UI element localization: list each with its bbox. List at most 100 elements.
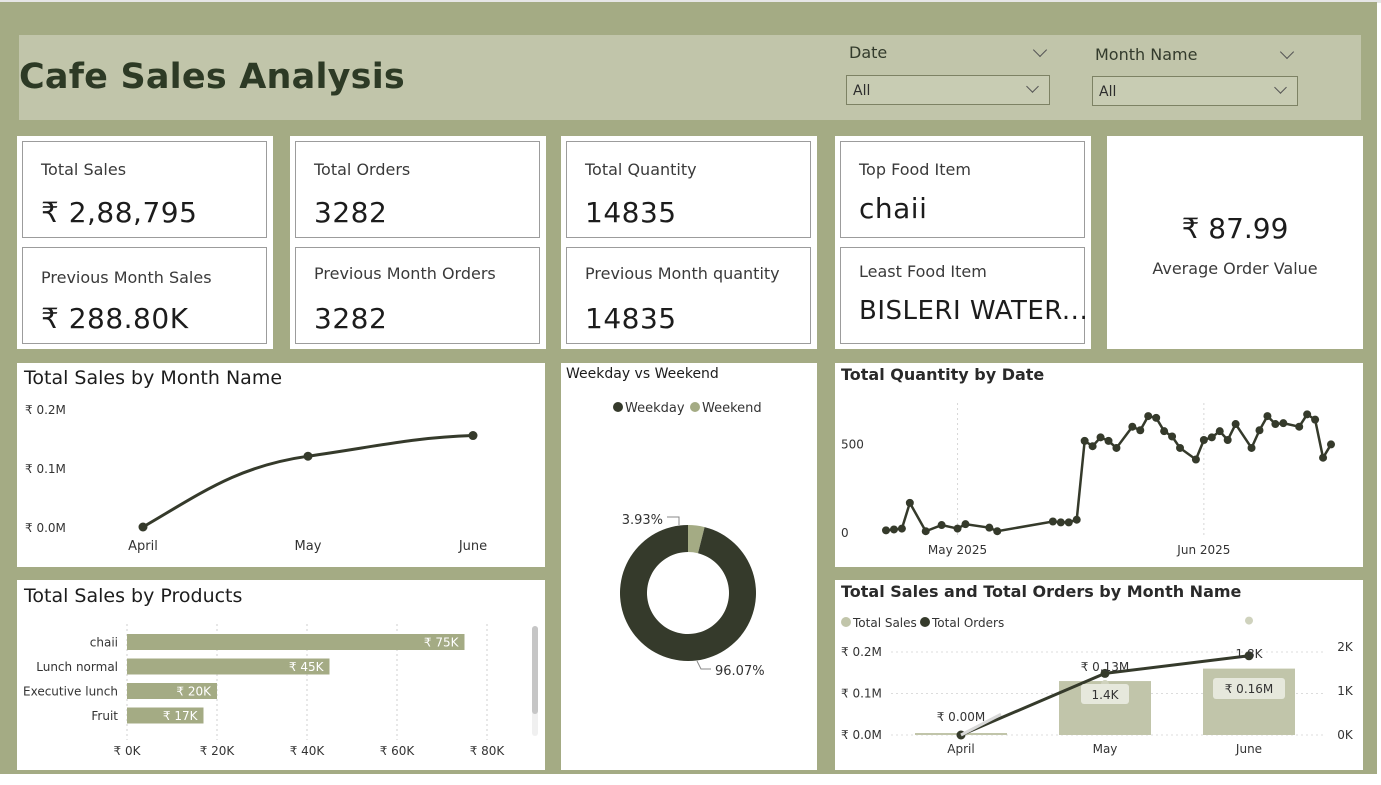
kpi-label: Previous Month Orders	[314, 264, 496, 283]
kpi-value: 14835	[585, 196, 677, 229]
category-label: chaii	[90, 636, 118, 650]
data-label: 1.8K	[1236, 647, 1264, 661]
kpi-label: Previous Month quantity	[585, 264, 780, 283]
y-tick-label: 0	[841, 526, 849, 540]
total-quantity-card[interactable]: Total Quantity 14835	[566, 141, 811, 238]
y-tick-label: 500	[841, 437, 864, 451]
data-point	[882, 526, 890, 535]
data-point	[1080, 436, 1089, 445]
data-point	[1199, 436, 1208, 444]
data-point	[1303, 410, 1312, 419]
report-canvas: Cafe Sales Analysis Date All Month Name …	[0, 2, 1377, 774]
x-tick-label: ₹ 40K	[290, 744, 326, 758]
y-tick-label-right: 1K	[1337, 684, 1354, 698]
y-tick-label-right: 2K	[1337, 640, 1354, 654]
least-food-item-card[interactable]: Least Food Item BISLERI WATER...	[840, 247, 1088, 344]
legend-marker	[841, 617, 851, 627]
prev-month-sales-card[interactable]: Previous Month Sales ₹ 288.80K	[22, 247, 267, 344]
bar	[127, 634, 465, 650]
data-point	[1215, 427, 1224, 436]
x-tick-label: ₹ 80K	[470, 744, 506, 758]
data-label: ₹ 0.13M	[1081, 660, 1130, 674]
data-point	[1311, 415, 1320, 424]
sales-by-month-chart-panel[interactable]: Total Sales by Month Name ₹ 0.0M ₹ 0.1M ₹ …	[17, 363, 545, 567]
aov-card[interactable]: ₹ 87.99 Average Order Value	[1107, 136, 1363, 349]
data-point	[897, 524, 906, 533]
sales-line	[142, 434, 474, 529]
data-point	[985, 523, 994, 532]
chevron-down-icon[interactable]	[1032, 42, 1048, 58]
sales-point	[1245, 616, 1253, 625]
data-point	[889, 525, 898, 534]
sales-orders-combo-chart: Total Sales Total Orders ₹ 0.0M ₹ 0.1M ₹ 0.2…	[841, 616, 1354, 756]
data-point	[1128, 422, 1137, 431]
category-label: Fruit	[91, 709, 118, 723]
data-point	[303, 451, 313, 461]
x-tick-label: June	[1235, 742, 1262, 756]
page-title: Cafe Sales Analysis	[19, 57, 405, 97]
kpi-label: Total Quantity	[585, 160, 697, 179]
data-label: ₹ 17K	[163, 709, 199, 723]
sales-by-products-chart-panel[interactable]: Total Sales by Products ₹ 0K ₹ 20K ₹ 40K ₹ …	[17, 580, 545, 770]
data-point	[468, 431, 478, 441]
kpi-value: ₹ 288.80K	[41, 302, 189, 335]
x-tick-label: Jun 2025	[1176, 543, 1230, 557]
orders-kpi-panel: Total Orders 3282 Previous Month Orders …	[290, 136, 546, 349]
month-slicer-label: Month Name	[1095, 45, 1198, 64]
weekday-weekend-chart-panel[interactable]: Weekday vs Weekend Weekday Weekend 3.93% 96…	[561, 363, 817, 770]
food-kpi-panel: Top Food Item chaii Least Food Item BISL…	[835, 136, 1091, 349]
sales-orders-by-month-chart-panel[interactable]: Total Sales and Total Orders by Month Na…	[835, 580, 1363, 770]
x-tick-label: May	[1093, 742, 1118, 756]
sales-by-products-bar-chart: ₹ 0K ₹ 20K ₹ 40K ₹ 60K ₹ 80K chaii ₹ 75K Lunch …	[23, 624, 506, 758]
category-label: Executive lunch	[23, 685, 118, 699]
weekday-slice	[620, 525, 756, 661]
data-point	[921, 527, 930, 536]
legend-marker	[613, 402, 623, 412]
data-point	[937, 521, 946, 530]
data-point	[1231, 420, 1240, 429]
data-point	[1072, 515, 1081, 524]
data-point	[1191, 455, 1200, 464]
data-point	[1279, 419, 1288, 428]
data-label: ₹ 0.00M	[937, 710, 986, 724]
data-point	[961, 520, 970, 529]
data-label: 96.07%	[715, 664, 765, 679]
kpi-label: Total Sales	[41, 160, 127, 179]
kpi-label: Previous Month Sales	[41, 268, 212, 287]
data-point	[1096, 433, 1105, 442]
scrollbar-track[interactable]	[532, 626, 538, 736]
data-point	[1152, 413, 1161, 422]
top-food-item-card[interactable]: Top Food Item chaii	[840, 141, 1085, 238]
y-tick-label-left: ₹ 0.1M	[841, 687, 882, 701]
total-sales-card[interactable]: Total Sales ₹ 2,88,795	[22, 141, 267, 238]
legend-marker	[920, 617, 930, 627]
quantity-by-date-line-chart: May 2025 Jun 2025 0 500	[841, 403, 1335, 557]
x-tick-label: May	[295, 539, 322, 554]
kpi-value: 3282	[314, 196, 388, 229]
prev-month-quantity-card[interactable]: Previous Month quantity 14835	[566, 247, 811, 344]
kpi-label: Least Food Item	[859, 262, 987, 281]
data-point	[1207, 433, 1216, 442]
data-point	[1160, 427, 1169, 436]
data-point	[1144, 412, 1153, 421]
month-slicer-dropdown[interactable]: All	[1092, 76, 1298, 106]
data-point	[1104, 436, 1113, 445]
weekday-weekend-donut-chart: Weekday Weekend 3.93% 96.07%	[613, 401, 765, 679]
data-point	[1319, 453, 1328, 462]
header-bar: Cafe Sales Analysis Date All Month Name …	[19, 35, 1361, 120]
data-point	[1088, 442, 1097, 451]
sales-kpi-panel: Total Sales ₹ 2,88,795 Previous Month Sa…	[17, 136, 273, 349]
total-orders-card[interactable]: Total Orders 3282	[295, 141, 540, 238]
x-tick-label: May 2025	[928, 543, 987, 557]
prev-month-orders-card[interactable]: Previous Month Orders 3282	[295, 247, 540, 344]
x-tick-label: ₹ 0K	[114, 744, 142, 758]
y-tick-label-left: ₹ 0.2M	[841, 645, 882, 659]
data-point	[1064, 518, 1073, 527]
data-point	[905, 498, 914, 507]
date-slicer-dropdown[interactable]: All	[846, 75, 1050, 105]
quantity-by-date-chart-panel[interactable]: Total Quantity by Date May 2025 Jun 2025 0…	[835, 363, 1363, 567]
kpi-value: ₹ 2,88,795	[41, 196, 198, 229]
x-tick-label: April	[947, 742, 974, 756]
scrollbar-thumb[interactable]	[532, 626, 538, 714]
chevron-down-icon[interactable]	[1279, 44, 1295, 60]
